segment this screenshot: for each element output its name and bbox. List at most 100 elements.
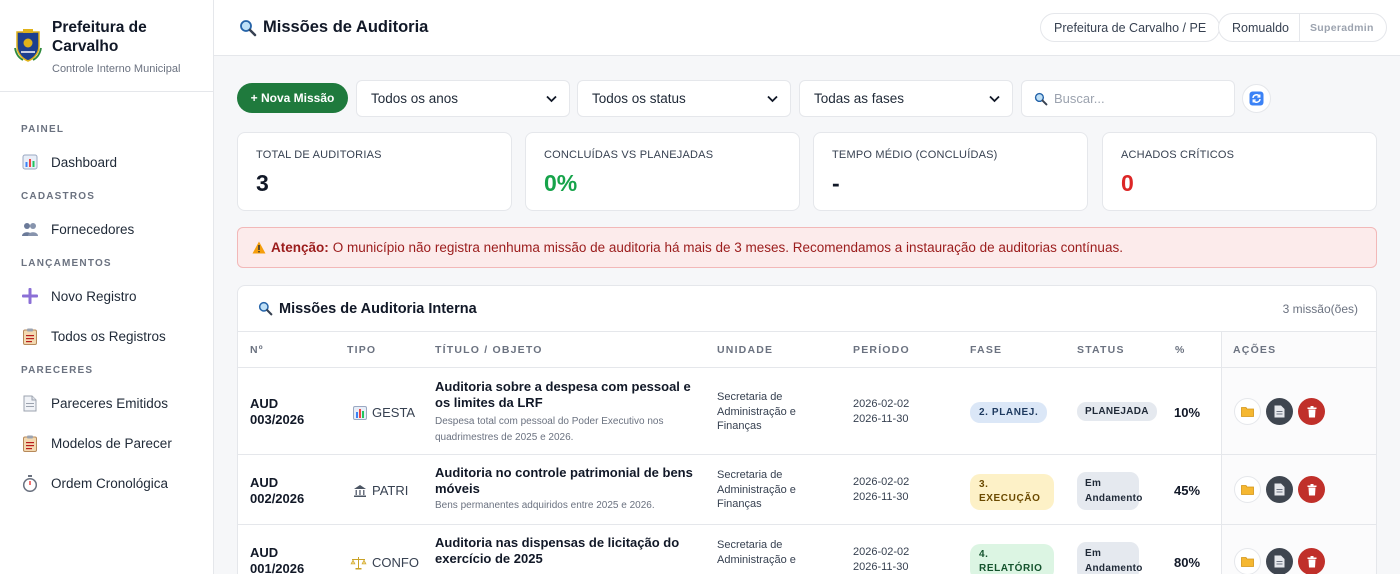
user-name: Romualdo bbox=[1219, 14, 1300, 41]
column-header-status: STATUS bbox=[1077, 344, 1125, 356]
mission-number: AUD 003/2026 bbox=[250, 396, 305, 427]
mission-title-cell[interactable]: Auditoria no controle patrimonial de ben… bbox=[435, 465, 700, 514]
delete-button[interactable] bbox=[1298, 476, 1325, 503]
mission-type-label: CONFO bbox=[372, 555, 419, 570]
alert-message: O município não registra nenhuma missão … bbox=[332, 240, 1123, 255]
delete-button[interactable] bbox=[1298, 548, 1325, 574]
status-filter-select[interactable]: Todos os status bbox=[577, 80, 791, 117]
open-mission-button[interactable] bbox=[1234, 398, 1261, 425]
status-badge: Em Andamento bbox=[1077, 472, 1142, 510]
magnifier-icon bbox=[258, 301, 273, 316]
year-filter-select[interactable]: Todos os anos bbox=[356, 80, 570, 117]
table-row[interactable]: AUD 001/2026 CONFO Auditoria nas dispens… bbox=[238, 525, 1376, 574]
mission-period: 2026-02-02 2026-11-30 bbox=[853, 475, 909, 504]
nav-section-title: LANÇAMENTOS bbox=[21, 258, 112, 269]
refresh-button[interactable] bbox=[1242, 84, 1271, 113]
chevron-down-icon bbox=[546, 95, 557, 102]
chevron-down-icon bbox=[767, 95, 778, 102]
column-header-num: Nº bbox=[250, 344, 264, 356]
mission-title: Auditoria nas dispensas de licitação do … bbox=[435, 535, 680, 566]
mission-unit: Secretaria de Administração e bbox=[717, 539, 796, 566]
mission-title-cell[interactable]: Auditoria nas dispensas de licitação do … bbox=[435, 535, 700, 567]
sidebar: Prefeitura de Carvalho Controle Interno … bbox=[0, 0, 214, 574]
phase-cell: 3. EXECUÇÃO bbox=[970, 474, 1054, 510]
phase-filter-select[interactable]: Todas as fases bbox=[799, 80, 1013, 117]
open-mission-button[interactable] bbox=[1234, 476, 1261, 503]
user-menu[interactable]: Romualdo Superadmin bbox=[1218, 13, 1387, 42]
sidebar-item-ordem-cronologica[interactable]: Ordem Cronológica bbox=[21, 472, 213, 494]
chevron-down-icon bbox=[989, 95, 1000, 102]
mission-unit: Secretaria de Administração e Finanças bbox=[717, 469, 796, 510]
phase-badge: 2. PLANEJ. bbox=[970, 402, 1048, 423]
sidebar-item-novo-registro[interactable]: Novo Registro bbox=[21, 285, 213, 307]
plus-icon bbox=[21, 287, 39, 305]
page-title-text: Missões de Auditoria bbox=[263, 18, 429, 36]
stat-card-tempo-medio: TEMPO MÉDIO (CONCLUÍDAS) - bbox=[813, 132, 1088, 211]
sidebar-item-fornecedores[interactable]: Fornecedores bbox=[21, 218, 213, 240]
period-end: 2026-11-30 bbox=[853, 490, 909, 503]
column-header-unidade: UNIDADE bbox=[717, 344, 774, 356]
filters-toolbar: + Nova Missão Todos os anos Todos os sta… bbox=[237, 80, 1377, 117]
report-button[interactable] bbox=[1266, 398, 1293, 425]
stat-card-achados-criticos: ACHADOS CRÍTICOS 0 bbox=[1102, 132, 1377, 211]
stat-label: ACHADOS CRÍTICOS bbox=[1121, 149, 1235, 161]
refresh-icon bbox=[1249, 91, 1264, 106]
phase-badge: 4. RELATÓRIO bbox=[970, 544, 1054, 574]
mission-type-label: PATRI bbox=[372, 483, 409, 498]
warning-alert: Atenção: O município não registra nenhum… bbox=[237, 227, 1377, 268]
mission-description: Despesa total com pessoal do Poder Execu… bbox=[435, 416, 664, 443]
top-header: Missões de Auditoria Prefeitura de Carva… bbox=[214, 0, 1400, 56]
table-row[interactable]: AUD 002/2026 PATRI Auditoria no controle… bbox=[238, 455, 1376, 525]
mission-number: AUD 001/2026 bbox=[250, 545, 305, 574]
nav-section-title: CADASTROS bbox=[21, 191, 96, 202]
new-mission-button[interactable]: + Nova Missão bbox=[237, 83, 348, 113]
main-content: + Nova Missão Todos os anos Todos os sta… bbox=[214, 56, 1400, 574]
sidebar-item-dashboard[interactable]: Dashboard bbox=[21, 151, 213, 173]
tenant-selector[interactable]: Prefeitura de Carvalho / PE bbox=[1040, 13, 1221, 42]
column-header-periodo: PERÍODO bbox=[853, 344, 910, 356]
progress-percent: 80% bbox=[1174, 555, 1201, 570]
search-input[interactable] bbox=[1054, 91, 1224, 106]
table-row[interactable]: AUD 003/2026 GESTA Auditoria sobre a des… bbox=[238, 368, 1376, 455]
scales-icon bbox=[350, 556, 367, 569]
sidebar-item-modelos-parecer[interactable]: Modelos de Parecer bbox=[21, 432, 213, 454]
nav-section-lancamentos: LANÇAMENTOS Novo Registro Todos os Regis… bbox=[0, 258, 213, 347]
period-end: 2026-11-30 bbox=[853, 412, 909, 425]
period-end: 2026-11-30 bbox=[853, 560, 909, 573]
stopwatch-icon bbox=[21, 474, 39, 492]
mission-type: GESTA bbox=[353, 405, 415, 420]
column-header-tipo: TIPO bbox=[347, 344, 377, 356]
mission-type: CONFO bbox=[350, 555, 419, 570]
stat-card-concluidas: CONCLUÍDAS VS PLANEJADAS 0% bbox=[525, 132, 800, 211]
search-icon bbox=[1034, 92, 1048, 105]
delete-button[interactable] bbox=[1298, 398, 1325, 425]
tenant-label: Prefeitura de Carvalho / PE bbox=[1054, 20, 1207, 35]
panel-header: Missões de Auditoria Interna 3 missão(õe… bbox=[238, 286, 1376, 332]
sidebar-item-label: Pareceres Emitidos bbox=[51, 395, 169, 411]
users-icon bbox=[21, 220, 39, 238]
stat-label: CONCLUÍDAS VS PLANEJADAS bbox=[544, 149, 714, 161]
sidebar-item-label: Fornecedores bbox=[51, 221, 135, 237]
sidebar-item-label: Dashboard bbox=[51, 154, 118, 170]
sidebar-item-todos-registros[interactable]: Todos os Registros bbox=[21, 325, 213, 347]
document-icon bbox=[21, 394, 39, 412]
report-button[interactable] bbox=[1266, 476, 1293, 503]
sidebar-item-label: Ordem Cronológica bbox=[51, 475, 169, 491]
sidebar-item-label: Todos os Registros bbox=[51, 328, 166, 344]
year-filter-value: Todos os anos bbox=[371, 91, 459, 106]
clipboard-icon bbox=[21, 434, 39, 452]
status-cell: Em Andamento bbox=[1077, 542, 1142, 574]
phase-cell: 4. RELATÓRIO bbox=[970, 544, 1054, 574]
mission-title-cell[interactable]: Auditoria sobre a despesa com pessoal e … bbox=[435, 379, 700, 446]
chart-icon bbox=[21, 153, 39, 171]
sidebar-item-pareceres-emitidos[interactable]: Pareceres Emitidos bbox=[21, 392, 213, 414]
mission-title: Auditoria sobre a despesa com pessoal e … bbox=[435, 379, 691, 410]
column-header-acoes: AÇÕES bbox=[1233, 344, 1277, 356]
missions-panel: Missões de Auditoria Interna 3 missão(õe… bbox=[237, 285, 1377, 574]
trash-icon bbox=[1307, 405, 1316, 417]
phase-filter-value: Todas as fases bbox=[814, 91, 905, 106]
phase-cell: 2. PLANEJ. bbox=[970, 402, 1048, 423]
open-mission-button[interactable] bbox=[1234, 548, 1261, 574]
period-start: 2026-02-02 bbox=[853, 546, 910, 558]
report-button[interactable] bbox=[1266, 548, 1293, 574]
